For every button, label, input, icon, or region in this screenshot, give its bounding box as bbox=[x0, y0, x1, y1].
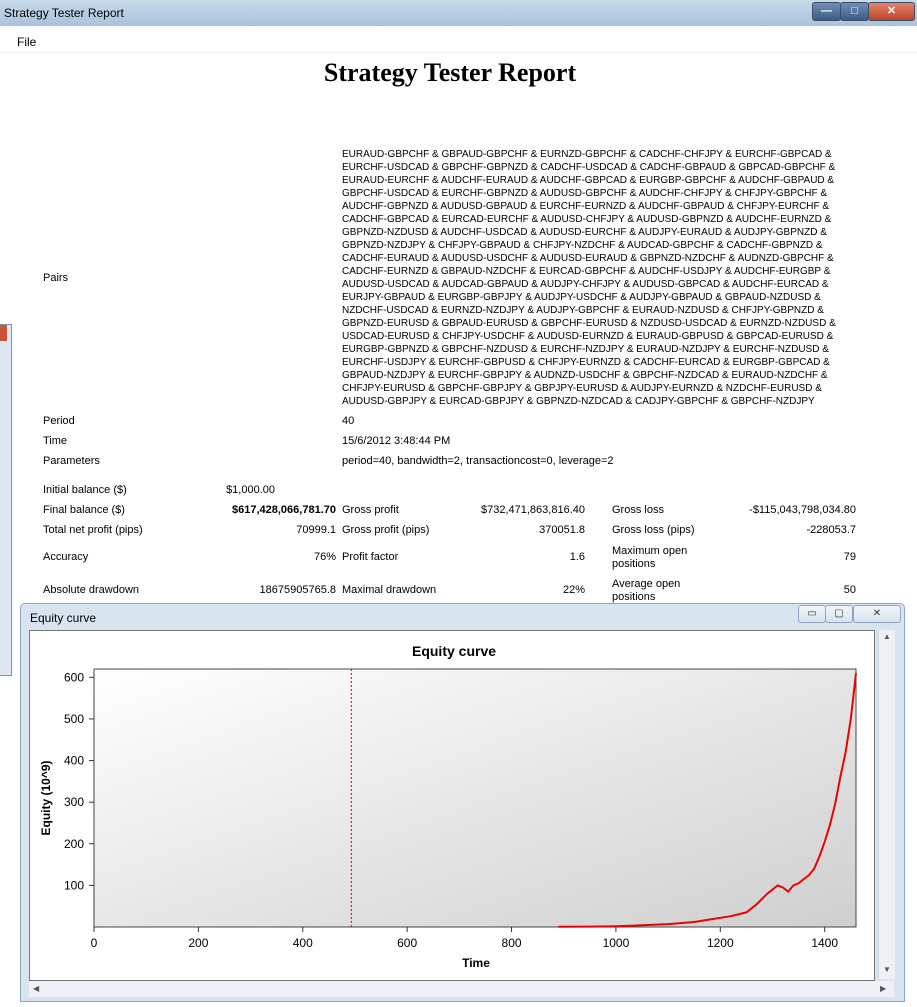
pairs-label: Pairs bbox=[43, 272, 69, 284]
y-axis-label: Equity (10^9) bbox=[39, 760, 53, 835]
x-tick-label: 1200 bbox=[707, 936, 734, 950]
pairs-line: AUDCHF-GBPNZD & AUDUSD-GBPAUD & EURCHF-E… bbox=[342, 201, 830, 212]
parameters-value: period=40, bandwidth=2, transactioncost=… bbox=[342, 455, 614, 467]
pairs-line: EURJPY-GBPAUD & EURGBP-GBPJPY & AUDJPY-U… bbox=[342, 292, 821, 303]
x-tick-label: 800 bbox=[502, 936, 522, 950]
accuracy-value: 76% bbox=[313, 551, 336, 563]
x-tick-label: 600 bbox=[397, 936, 417, 950]
net-profit-label: Total net profit (pips) bbox=[43, 524, 143, 536]
max-open-value: 79 bbox=[843, 551, 856, 563]
minimize-button[interactable]: — bbox=[812, 2, 841, 21]
avg-open-label-line1: Average open bbox=[612, 578, 681, 590]
x-tick-label: 1000 bbox=[603, 936, 630, 950]
equity-curve-window: Equity curve ▭ ▢ ✕ Equity curve 0 200 400 6… bbox=[20, 603, 905, 1002]
x-tick-label: 200 bbox=[188, 936, 208, 950]
background-dialog-close-button[interactable] bbox=[0, 325, 7, 341]
initial-balance-label: Initial balance ($) bbox=[43, 484, 127, 496]
max-open-label-line2: positions bbox=[612, 558, 656, 570]
gross-loss-pips-label: Gross loss (pips) bbox=[612, 524, 695, 536]
gross-profit-pips-value: 370051.8 bbox=[539, 524, 585, 536]
max-drawdown-label: Maximal drawdown bbox=[342, 584, 437, 596]
initial-balance-value: $1,000.00 bbox=[226, 484, 275, 496]
chart-title: Equity curve bbox=[412, 643, 496, 659]
pairs-line: CHFJPY-EURUSD & GBPCHF-GBPJPY & GBPJPY-E… bbox=[342, 383, 822, 394]
x-axis-label: Time bbox=[462, 956, 490, 970]
gross-profit-pips-label: Gross profit (pips) bbox=[342, 524, 430, 536]
pairs-line: EURAUD-GBPCHF & GBPAUD-GBPCHF & EURNZD-G… bbox=[342, 149, 832, 160]
y-tick-label: 600 bbox=[64, 670, 84, 684]
menu-file[interactable]: File bbox=[17, 35, 36, 49]
pairs-line: GBPNZD-NZDJPY & CHFJPY-GBPAUD & CHFJPY-N… bbox=[342, 240, 823, 251]
equity-maximize-button[interactable]: ▢ bbox=[825, 605, 853, 623]
pairs-line: GBPCHF-USDCAD & EURCHF-GBPNZD & AUDUSD-G… bbox=[342, 188, 828, 199]
vertical-scrollbar[interactable]: ▲ ▼ bbox=[878, 630, 895, 979]
report-title: Strategy Tester Report bbox=[323, 58, 577, 87]
parameters-label: Parameters bbox=[43, 455, 100, 467]
x-tick-label: 0 bbox=[91, 936, 98, 950]
avg-open-label-line2: positions bbox=[612, 591, 656, 603]
x-tick-label: 400 bbox=[293, 936, 313, 950]
max-drawdown-value: 22% bbox=[562, 584, 585, 596]
accuracy-label: Accuracy bbox=[43, 551, 89, 563]
pairs-line: GBPNZD-EURUSD & GBPAUD-EURUSD & GBPCHF-E… bbox=[342, 318, 836, 329]
pairs-line: EURCHF-USDJPY & EURCHF-GBPUSD & CHFJPY-E… bbox=[342, 357, 830, 368]
scroll-down-arrow-icon[interactable]: ▼ bbox=[883, 965, 891, 974]
menu-bar: File bbox=[0, 30, 917, 53]
pairs-line: USDCAD-EURUSD & CHFJPY-USDCHF & AUDUSD-E… bbox=[342, 331, 834, 342]
pairs-line: CADCHF-EURNZD & GBPAUD-NZDCHF & EURCAD-G… bbox=[342, 266, 831, 277]
profit-factor-label: Profit factor bbox=[342, 551, 399, 563]
maximize-button[interactable]: □ bbox=[840, 2, 869, 21]
gross-profit-label: Gross profit bbox=[342, 504, 399, 516]
abs-drawdown-value: 18675905765.8 bbox=[259, 584, 336, 596]
net-profit-value: 70999.1 bbox=[296, 524, 336, 536]
pairs-line: NZDCHF-USDCAD & EURNZD-NZDJPY & AUDJPY-G… bbox=[342, 305, 824, 316]
chart-panel: Equity curve 0 200 400 600 800 1000 1200 1400 10… bbox=[29, 630, 875, 981]
window-title: Strategy Tester Report bbox=[4, 6, 124, 20]
main-titlebar[interactable]: Strategy Tester Report — □ ✕ bbox=[0, 0, 917, 26]
time-value: 15/6/2012 3:48:44 PM bbox=[342, 435, 451, 447]
equity-window-title: Equity curve bbox=[30, 611, 97, 625]
y-tick-label: 200 bbox=[64, 837, 84, 851]
pairs-line: GBPNZD-NZDUSD & AUDCHF-USDCAD & AUDUSD-E… bbox=[342, 227, 827, 238]
profit-factor-value: 1.6 bbox=[569, 551, 585, 563]
abs-drawdown-label: Absolute drawdown bbox=[43, 584, 140, 596]
background-dialog[interactable] bbox=[0, 324, 12, 676]
pairs-line: EURCHF-USDCAD & GBPCHF-GBPNZD & CADCHF-U… bbox=[342, 162, 836, 173]
max-open-label-line1: Maximum open bbox=[612, 545, 688, 557]
scroll-right-arrow-icon[interactable]: ▶ bbox=[880, 984, 886, 993]
y-tick-label: 100 bbox=[64, 878, 84, 892]
pairs-line: CADCHF-GBPCAD & EURCAD-EURCHF & AUDUSD-C… bbox=[342, 214, 832, 225]
pairs-line: EURAUD-EURCHF & AUDCHF-EURAUD & AUDCHF-G… bbox=[342, 175, 835, 186]
gross-loss-value: -$115,043,798,034.80 bbox=[749, 504, 856, 516]
period-value: 40 bbox=[342, 415, 355, 427]
gross-loss-pips-value: -228053.7 bbox=[806, 524, 856, 536]
pairs-line: AUDUSD-GBPJPY & EURCAD-GBPJPY & GBPNZD-N… bbox=[342, 396, 815, 407]
equity-minimize-button[interactable]: ▭ bbox=[798, 605, 826, 623]
scroll-up-arrow-icon[interactable]: ▲ bbox=[883, 632, 891, 641]
pairs-line: CADCHF-EURAUD & AUDUSD-USDCHF & AUDUSD-E… bbox=[342, 253, 834, 264]
pairs-line: EURGBP-GBPNZD & GBPCHF-NZDUSD & EURCHF-N… bbox=[342, 344, 829, 355]
final-balance-value: $617,428,066,781.70 bbox=[232, 504, 336, 516]
avg-open-value: 50 bbox=[843, 584, 856, 596]
x-tick-label: 1400 bbox=[811, 936, 838, 950]
period-label: Period bbox=[43, 415, 75, 427]
time-label: Time bbox=[43, 435, 68, 447]
gross-loss-label: Gross loss bbox=[612, 504, 664, 516]
y-tick-label: 400 bbox=[64, 754, 84, 768]
final-balance-label: Final balance ($) bbox=[43, 504, 125, 516]
pairs-line: AUDUSD-USDCAD & AUDCAD-GBPAUD & AUDJPY-C… bbox=[342, 279, 829, 290]
pairs-value: EURAUD-GBPCHF & GBPAUD-GBPCHF & EURNZD-G… bbox=[342, 148, 842, 408]
gross-profit-value: $732,471,863,816.40 bbox=[481, 504, 585, 516]
y-tick-label: 300 bbox=[64, 795, 84, 809]
y-tick-label: 500 bbox=[64, 712, 84, 726]
equity-chart: Equity curve 0 200 400 600 800 1000 1200 1400 10… bbox=[39, 643, 857, 970]
horizontal-scrollbar[interactable]: ◀ ▶ bbox=[29, 981, 894, 997]
close-button[interactable]: ✕ bbox=[868, 2, 915, 21]
scroll-left-arrow-icon[interactable]: ◀ bbox=[33, 984, 39, 993]
pairs-line: GBPAUD-NZDJPY & EURCHF-GBPJPY & AUDNZD-U… bbox=[342, 370, 828, 381]
plot-area bbox=[93, 668, 857, 928]
equity-close-button[interactable]: ✕ bbox=[853, 605, 901, 623]
